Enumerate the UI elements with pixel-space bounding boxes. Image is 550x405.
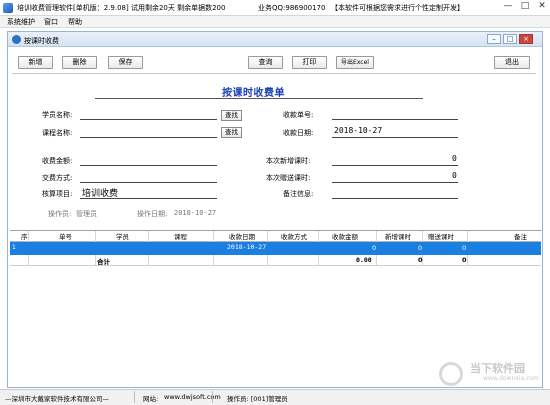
window-title: 培训收费管理软件[单机版：2.9.08] 试用剩余20天 剩余单据数200 bbox=[17, 4, 226, 12]
receipt-number-label: 收款单号: bbox=[283, 111, 314, 119]
find-student-button[interactable]: 查找 bbox=[221, 110, 242, 121]
watermark-url: www.downxia.com bbox=[483, 375, 539, 382]
minimize-button[interactable]: — bbox=[500, 0, 516, 13]
operation-date-value: 2018-10-27 bbox=[174, 209, 217, 217]
watermark-text: 当下软件园 bbox=[470, 362, 525, 375]
menu-system[interactable]: 系统维护 bbox=[7, 17, 35, 27]
gift-hours-label: 本次赠送课时: bbox=[266, 174, 311, 182]
operator-value: 管理员 bbox=[76, 210, 97, 218]
student-input[interactable] bbox=[80, 119, 217, 120]
child-window-title: 按课时收费 bbox=[24, 37, 59, 45]
export-excel-button[interactable]: 导出Excel bbox=[336, 56, 374, 69]
total-amount: 0.00 bbox=[356, 256, 372, 264]
receipt-number-input[interactable] bbox=[332, 119, 458, 120]
total-gift-hours: 0 bbox=[462, 256, 467, 264]
course-label: 课程名称: bbox=[42, 129, 73, 137]
amount-input[interactable] bbox=[80, 165, 217, 166]
delete-button[interactable]: 删除 bbox=[62, 56, 97, 69]
payment-method-label: 交费方式: bbox=[42, 174, 73, 182]
menu-help[interactable]: 帮助 bbox=[68, 17, 82, 27]
gift-hours-input[interactable] bbox=[332, 182, 458, 183]
add-button[interactable]: 新增 bbox=[18, 56, 53, 69]
operator-status: 操作员: [001]管理员 bbox=[227, 395, 288, 403]
menu-bar bbox=[0, 16, 550, 28]
find-course-button[interactable]: 查找 bbox=[221, 127, 242, 138]
form-title: 按课时收费单 bbox=[222, 88, 285, 99]
app-icon bbox=[3, 3, 13, 13]
row-amount: 0 bbox=[372, 244, 377, 252]
student-label: 学员名称: bbox=[42, 111, 73, 119]
print-button[interactable]: 打印 bbox=[292, 56, 327, 69]
row-gift-hours: 0 bbox=[462, 244, 467, 252]
close-button[interactable]: ✕ bbox=[534, 0, 550, 13]
status-divider bbox=[212, 391, 213, 403]
course-input[interactable] bbox=[80, 137, 217, 138]
company-name: —深圳市大戴家软件技术有限公司— bbox=[5, 395, 109, 403]
child-close-button[interactable]: × bbox=[519, 34, 533, 44]
toolbar-divider bbox=[12, 73, 536, 74]
operation-date-label: 操作日期: bbox=[137, 210, 168, 218]
custom-dev-notice: 【本软件可根据您需求进行个性定制开发】 bbox=[331, 4, 464, 12]
total-new-hours: 0 bbox=[418, 256, 423, 264]
row-new-hours: 0 bbox=[418, 244, 423, 252]
payment-method-input[interactable] bbox=[80, 182, 217, 183]
row-index: 1 bbox=[12, 244, 16, 251]
website-label: 网站: bbox=[143, 395, 159, 403]
query-button[interactable]: 查询 bbox=[248, 56, 283, 69]
child-maximize-button[interactable]: □ bbox=[503, 34, 517, 44]
amount-label: 收费金额: bbox=[42, 157, 73, 165]
child-window-icon bbox=[12, 35, 21, 44]
qq-contact: 业务QQ:986900170 bbox=[258, 4, 326, 12]
remark-input[interactable] bbox=[332, 198, 458, 199]
save-button[interactable]: 保存 bbox=[108, 56, 143, 69]
form-title-underline bbox=[95, 98, 423, 99]
status-divider bbox=[134, 391, 135, 403]
new-hours-value: 0 bbox=[452, 154, 457, 163]
exit-button[interactable]: 退出 bbox=[494, 56, 530, 69]
new-hours-label: 本次新增课时: bbox=[266, 157, 311, 165]
gift-hours-value: 0 bbox=[452, 171, 457, 180]
receipt-date-input[interactable] bbox=[332, 137, 458, 138]
maximize-button[interactable]: □ bbox=[517, 0, 533, 13]
child-title-bar bbox=[8, 32, 542, 47]
accounting-item-input[interactable] bbox=[80, 198, 217, 199]
total-label: 合计 bbox=[97, 258, 110, 266]
watermark-logo-icon bbox=[439, 362, 463, 386]
operator-label: 操作员: bbox=[48, 210, 72, 218]
row-date: 2018-10-27 bbox=[227, 243, 267, 251]
new-hours-input[interactable] bbox=[332, 165, 458, 166]
remark-label: 备注信息: bbox=[283, 190, 314, 198]
menu-window[interactable]: 窗口 bbox=[44, 17, 58, 27]
accounting-item-label: 核算项目: bbox=[42, 190, 73, 198]
receipt-date-label: 收款日期: bbox=[283, 129, 314, 137]
receipt-date-value[interactable]: 2018-10-27 bbox=[334, 126, 382, 135]
child-minimize-button[interactable]: – bbox=[487, 34, 501, 44]
